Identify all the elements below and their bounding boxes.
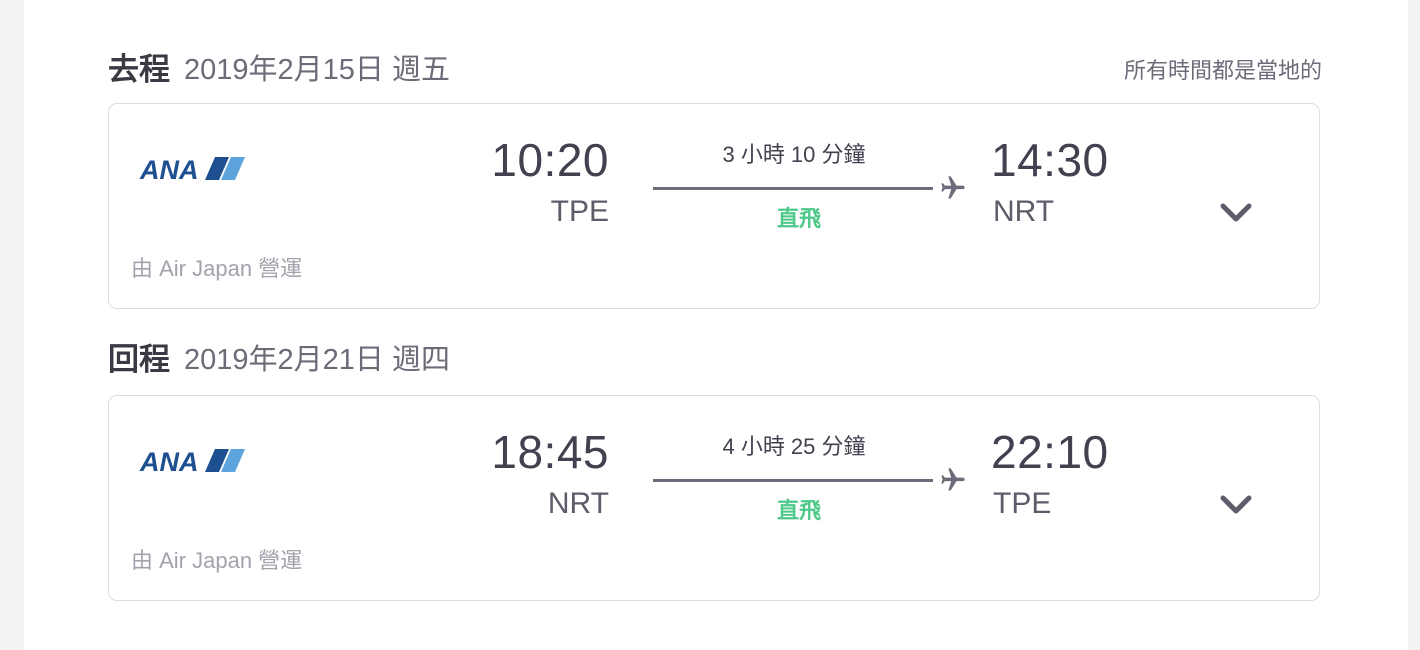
ana-logo-text: ANA: [139, 155, 199, 184]
chevron-down-icon[interactable]: [1219, 494, 1253, 516]
plane-icon: [941, 468, 965, 491]
return-header: 回程 2019年2月21日 週四: [108, 340, 1322, 380]
itinerary-panel: 去程 2019年2月15日 週五 所有時間都是當地的 ANA 由 Air Jap…: [24, 0, 1408, 650]
local-time-note: 所有時間都是當地的: [1123, 58, 1322, 83]
return-label: 回程: [108, 342, 170, 377]
departure-airport: TPE: [550, 195, 609, 228]
plane-icon: [941, 176, 965, 199]
route-line: [653, 479, 933, 482]
arrival-airport: NRT: [993, 195, 1055, 228]
operated-by: 由 Air Japan 營運: [131, 548, 303, 573]
outbound-label: 去程: [108, 52, 170, 87]
ana-logo: ANA: [139, 155, 245, 184]
flight-duration: 3 小時 10 分鐘: [722, 142, 866, 167]
arrival-time: 22:10: [991, 426, 1109, 478]
flight-duration: 4 小時 25 分鐘: [722, 434, 866, 459]
departure-time: 10:20: [491, 134, 609, 186]
ana-logo-text: ANA: [139, 447, 199, 476]
return-flight-card[interactable]: ANA 由 Air Japan 營運 18:45 NRT 4 小時 25 分鐘 …: [108, 395, 1320, 601]
chevron-down-icon[interactable]: [1219, 202, 1253, 224]
outbound-header: 去程 2019年2月15日 週五 所有時間都是當地的: [108, 50, 1322, 90]
arrival-airport: TPE: [993, 487, 1052, 520]
operated-by: 由 Air Japan 營運: [131, 256, 303, 281]
route-line: [653, 187, 933, 190]
ana-logo: ANA: [139, 447, 245, 476]
outbound-flight-card[interactable]: ANA 由 Air Japan 營運 10:20 TPE 3 小時 10 分鐘 …: [108, 103, 1320, 309]
nonstop-badge: 直飛: [776, 498, 821, 523]
return-date: 2019年2月21日 週四: [184, 344, 450, 376]
outbound-date: 2019年2月15日 週五: [184, 54, 450, 86]
arrival-time: 14:30: [991, 134, 1109, 186]
departure-airport: NRT: [547, 487, 609, 520]
departure-time: 18:45: [491, 426, 609, 478]
nonstop-badge: 直飛: [776, 206, 821, 231]
